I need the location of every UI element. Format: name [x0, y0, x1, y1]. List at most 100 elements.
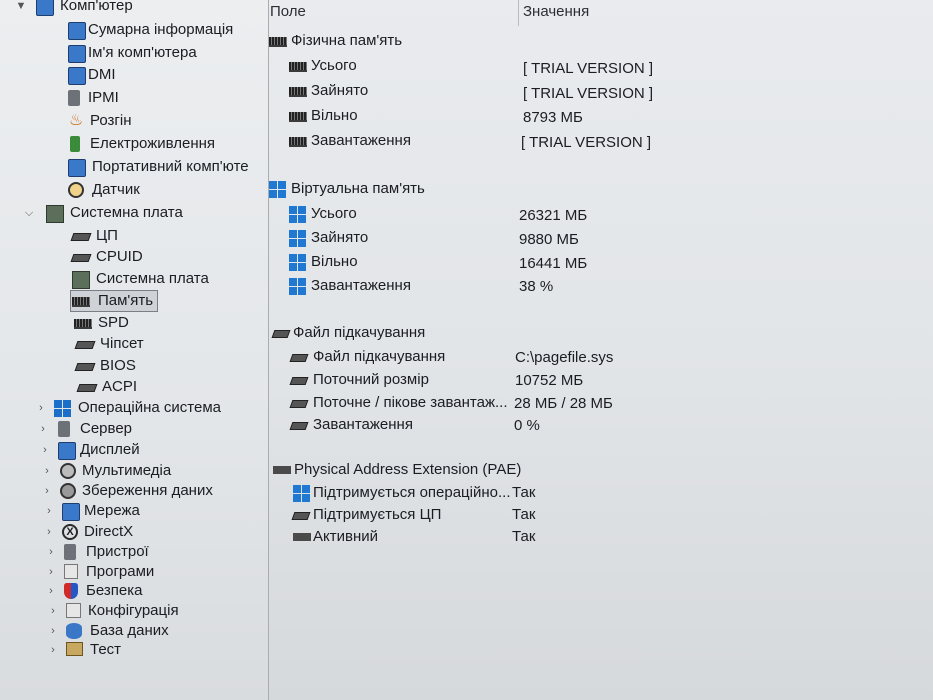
row-field: Усього [311, 205, 357, 222]
ram-icon [74, 319, 92, 329]
tree-node-label: Дисплей [80, 441, 140, 458]
sensor-icon [68, 182, 84, 198]
row-value: Так [512, 484, 536, 501]
row-value: 16441 МБ [519, 255, 588, 272]
row-field: Підтримується ЦП [313, 506, 442, 523]
details-panel: Поле Значення Фізична пам'ять Усього [ T… [269, 0, 933, 700]
motherboard-icon [72, 271, 90, 289]
tree-node-label: Пристрої [86, 543, 149, 560]
row-field: Активний [313, 528, 378, 545]
tree-node-label: Мережа [84, 502, 140, 519]
programs-icon [64, 564, 78, 579]
tree-item-label: Розгін [90, 112, 132, 129]
flame-icon: ♨ [68, 112, 84, 129]
group-title: Файл підкачування [293, 324, 426, 341]
server-icon [68, 90, 80, 106]
chevron-right-icon[interactable]: › [42, 501, 56, 521]
column-header-value[interactable]: Значення [523, 3, 589, 20]
chevron-right-icon[interactable]: › [36, 419, 50, 439]
devices-icon [64, 544, 76, 560]
row-field: Завантаження [311, 277, 411, 294]
chevron-down-icon[interactable]: ⌵ [22, 203, 36, 223]
windows-icon [289, 254, 306, 271]
row-value: 0 % [514, 417, 540, 434]
ram-icon [273, 466, 291, 474]
motherboard-icon [46, 205, 64, 223]
config-icon [66, 603, 81, 618]
aida64-window: ▼ Комп'ютер Сумарна інформація Ім'я комп… [0, 0, 933, 700]
tree-item-label: Сумарна інформація [88, 21, 234, 38]
row-value: 28 МБ / 28 МБ [514, 395, 613, 412]
tree-item-label: BIOS [100, 357, 136, 374]
ram-icon [269, 37, 287, 47]
pagefile-icon [289, 422, 309, 430]
chip-icon [76, 384, 98, 392]
row-field: Зайнято [311, 229, 369, 246]
tree-item-label: ЦП [96, 227, 118, 244]
tree-item-label: Системна плата [96, 270, 209, 287]
pagefile-icon [289, 354, 309, 362]
tree-item-label: Електроживлення [90, 135, 216, 152]
column-separator[interactable] [518, 0, 519, 26]
tree-item-label: Чіпсет [100, 335, 144, 352]
chevron-right-icon[interactable]: › [46, 601, 60, 621]
laptop-icon [68, 159, 86, 177]
tree-item-label: Портативний комп'юте [92, 158, 249, 175]
ram-icon [293, 533, 311, 541]
chevron-right-icon[interactable]: › [44, 562, 58, 582]
chevron-down-icon[interactable]: ▼ [14, 0, 28, 16]
chevron-right-icon[interactable]: › [40, 481, 54, 501]
server-icon [58, 421, 70, 437]
row-field: Завантаження [311, 132, 411, 149]
group-title: Фізична пам'ять [291, 32, 403, 49]
tree-node-label: Збереження даних [82, 482, 213, 499]
monitor-icon [68, 67, 86, 85]
ram-icon [289, 62, 307, 72]
row-value: 8793 МБ [523, 109, 583, 126]
pagefile-icon [271, 330, 291, 338]
tree-item-label: Датчик [92, 181, 140, 198]
ram-icon [289, 112, 307, 122]
row-value: 26321 МБ [519, 207, 588, 224]
chevron-right-icon[interactable]: › [44, 542, 58, 562]
column-header-field[interactable]: Поле [270, 3, 306, 20]
windows-icon [289, 278, 306, 295]
row-field: Файл підкачування [313, 348, 446, 365]
chevron-right-icon[interactable]: › [42, 522, 56, 542]
tree-item-label: SPD [98, 314, 129, 331]
group-title: Віртуальна пам'ять [291, 180, 425, 197]
windows-icon [54, 400, 71, 417]
row-value: 10752 МБ [515, 372, 584, 389]
windows-icon [269, 181, 286, 198]
cpu-icon [291, 512, 311, 520]
row-value: [ TRIAL VERSION ] [523, 60, 654, 77]
chevron-right-icon[interactable]: › [40, 461, 54, 481]
windows-icon [289, 230, 306, 247]
pagefile-icon [289, 377, 309, 385]
tree-node-label: DirectX [84, 523, 134, 540]
row-value: Так [512, 506, 536, 523]
cpu-icon [70, 254, 92, 262]
group-title: Physical Address Extension (PAE) [294, 461, 522, 478]
chevron-right-icon[interactable]: › [38, 440, 52, 460]
row-field: Усього [311, 57, 357, 74]
tree-item-label: Ім'я комп'ютера [88, 44, 197, 61]
monitor-icon [68, 45, 86, 63]
chevron-right-icon[interactable]: › [46, 621, 60, 641]
row-value: 9880 МБ [519, 231, 579, 248]
row-value: [ TRIAL VERSION ] [521, 134, 652, 151]
chevron-right-icon[interactable]: › [34, 398, 48, 418]
display-icon [58, 442, 76, 460]
chip-icon [74, 363, 96, 371]
database-icon [66, 623, 82, 639]
tree-node-label: База даних [90, 622, 169, 639]
multimedia-icon [60, 463, 76, 479]
chevron-right-icon[interactable]: › [44, 581, 58, 601]
tree-node-label: Системна плата [70, 204, 183, 221]
storage-icon [60, 483, 76, 499]
tree-item-label: DMI [88, 66, 116, 83]
tree-item-label: Пам'ять [98, 292, 154, 309]
chevron-right-icon[interactable]: › [46, 640, 60, 660]
row-field: Вільно [311, 107, 358, 124]
ram-icon [289, 87, 307, 97]
